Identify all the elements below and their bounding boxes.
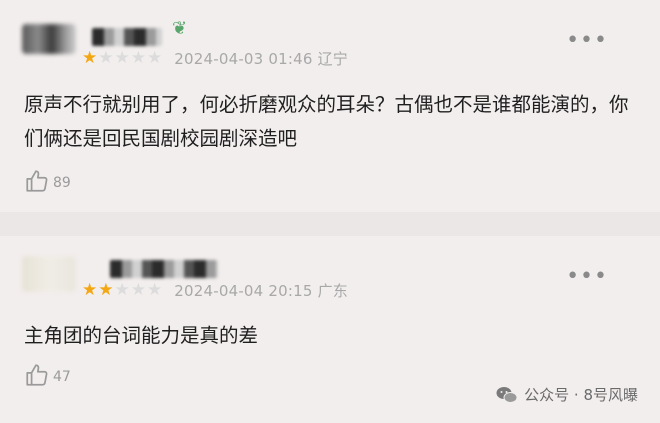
username-blurred[interactable] (92, 28, 162, 46)
review-text: 原声不行就别用了，何必折磨观众的耳朵？古偶也不是谁都能演的，你们俩还是回民国剧校… (24, 93, 629, 150)
thumbs-up-icon (24, 168, 50, 194)
review-date: 2024-04-03 01:46 辽宁 (174, 50, 348, 68)
wechat-logo-icon (496, 386, 518, 404)
like-button[interactable]: 47 (24, 362, 71, 388)
star-icon: ★ (98, 48, 114, 68)
more-icon[interactable]: ••• (566, 30, 608, 52)
star-icon: ★ (147, 48, 163, 68)
star-icon: ★ (114, 48, 130, 68)
avatar[interactable] (22, 24, 76, 54)
review-text: 主角团的台词能力是真的差 (24, 324, 259, 347)
more-icon[interactable]: ••• (566, 266, 608, 288)
review-meta: ★ ★ ★ ★ ★ 2024-04-03 01:46 辽宁 (82, 48, 348, 69)
user-badge-icon: ❦ (172, 18, 188, 39)
star-rating: ★ ★ ★ ★ ★ (82, 50, 162, 67)
thumbs-up-icon (24, 362, 50, 388)
avatar[interactable] (22, 256, 76, 292)
divider (0, 212, 660, 236)
review-meta: ★ ★ ★ ★ ★ 2024-04-04 20:15 广东 (82, 280, 348, 301)
star-icon: ★ (130, 280, 146, 300)
star-icon: ★ (82, 280, 98, 300)
like-count: 89 (53, 175, 71, 191)
like-button[interactable]: 89 (24, 168, 71, 194)
like-count: 47 (53, 369, 71, 385)
review-location: 辽宁 (317, 50, 348, 68)
review-location: 广东 (317, 282, 348, 300)
review-card: ❦ ★ ★ ★ ★ ★ 2024-04-03 01:46 辽宁 ••• 原声不行… (0, 0, 660, 212)
star-icon: ★ (130, 48, 146, 68)
username-blurred[interactable] (110, 260, 218, 278)
watermark-text: 公众号 · 8号风曝 (524, 386, 638, 404)
review-date: 2024-04-04 20:15 广东 (174, 282, 348, 300)
star-icon: ★ (147, 280, 163, 300)
watermark: 公众号 · 8号风曝 (496, 384, 638, 405)
star-rating: ★ ★ ★ ★ ★ (82, 282, 162, 299)
star-icon: ★ (82, 48, 98, 68)
star-icon: ★ (98, 280, 114, 300)
star-icon: ★ (114, 280, 130, 300)
